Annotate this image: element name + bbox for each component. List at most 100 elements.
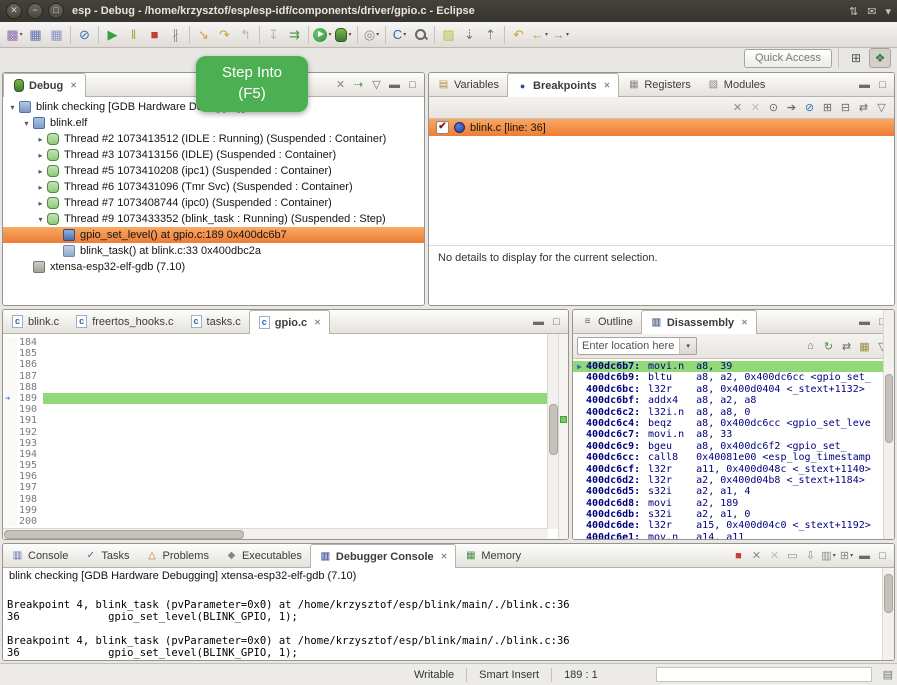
annotation-ruler[interactable]: ➔ bbox=[3, 516, 17, 527]
show-opcodes-icon[interactable]: ▦ bbox=[856, 337, 873, 355]
tab-breakpoints[interactable]: Breakpoints ✕ bbox=[507, 73, 619, 97]
maximize-icon[interactable]: □ bbox=[874, 76, 891, 94]
disassembly-line[interactable]: ▶ 400dc6de: l32r a15, 0x400d04c0 <_stext… bbox=[573, 520, 894, 531]
editor-code-line[interactable]: ➔ 187 esp_err_t gpio_set_level(gpio_num_… bbox=[3, 371, 548, 382]
editor-code-line[interactable]: ➔ 188 { bbox=[3, 382, 548, 393]
editor-code-line[interactable]: ➔ 189 GPIO_CHECK(GPIO_IS_VALID_OUTPUT_GP… bbox=[3, 393, 548, 404]
annotation-ruler[interactable]: ➔ bbox=[3, 393, 17, 404]
sync-active-context-icon[interactable]: ⇄ bbox=[838, 337, 855, 355]
debug-tree-row[interactable]: Thread #2 1073413512 (IDLE : Running) (S… bbox=[3, 131, 424, 147]
editor-code-line[interactable]: ➔ 197 if (gpio_num < 32) { bbox=[3, 482, 548, 493]
editor-code-line[interactable]: ➔ 185 } bbox=[3, 348, 548, 359]
line-number[interactable]: 195 bbox=[17, 460, 43, 471]
disassembly-line[interactable]: ▶ 400dc6b9: bltu a8, a2, 0x400dc6cc <gpi… bbox=[573, 372, 894, 383]
separator[interactable]: ▾ bbox=[98, 26, 99, 44]
expand-arrow-icon[interactable] bbox=[35, 151, 46, 160]
separator[interactable]: ▾ bbox=[308, 26, 309, 44]
debug-tree-row[interactable]: blink.elf bbox=[3, 115, 424, 131]
editor-code-line[interactable]: ➔ 184 return ESP_OK; bbox=[3, 337, 548, 348]
annotation-ruler[interactable]: ➔ bbox=[3, 494, 17, 505]
debug-tree[interactable]: blink checking [GDB Hardware Debugging] … bbox=[3, 97, 424, 306]
debug-button[interactable]: ▾ bbox=[333, 24, 354, 46]
save-button[interactable]: ▦ ▾ bbox=[25, 24, 46, 46]
editor-code-line[interactable]: ➔ 192 GPIO.out_w1ts = (1 << gpio_num); bbox=[3, 427, 548, 438]
disassembly-line[interactable]: ▶ 400dc6c4: beqz a8, 0x400dc6cc <gpio_se… bbox=[573, 418, 894, 429]
location-input[interactable]: Enter location here bbox=[578, 340, 679, 352]
tab-registers[interactable]: Registers ✕ bbox=[619, 73, 698, 96]
expand-arrow-icon[interactable] bbox=[35, 215, 46, 224]
last-edit-location-button[interactable]: ↶ ▾ bbox=[508, 24, 529, 46]
tab-problems[interactable]: Problems ✕ bbox=[137, 544, 216, 567]
drop-to-frame-button[interactable]: ↧ ▾ bbox=[263, 24, 284, 46]
tab-tasks-c[interactable]: tasks.c ✕ bbox=[182, 310, 249, 333]
scroll-lock-icon[interactable]: ⇩ ▾ bbox=[802, 547, 819, 565]
disassembly-line[interactable]: ▶ 400dc6d5: s32i a2, a1, 4 bbox=[573, 486, 894, 497]
remove-all-terminated-icon[interactable]: ✕ bbox=[332, 76, 349, 94]
previous-annotation-button[interactable]: ⇡ ▾ bbox=[480, 24, 501, 46]
display-selected-console-icon[interactable]: ▥ ▾ bbox=[820, 547, 837, 565]
line-number[interactable]: 189 bbox=[17, 393, 43, 404]
editor-code-line[interactable]: ➔ 186 bbox=[3, 359, 548, 370]
annotation-ruler[interactable]: ➔ bbox=[3, 482, 17, 493]
scrollbar-thumb[interactable] bbox=[4, 530, 244, 539]
separator[interactable]: ▾ bbox=[504, 26, 505, 44]
new-wizard-button[interactable]: ▩ ▾ bbox=[4, 24, 25, 46]
clear-console-icon[interactable]: ▭ ▾ bbox=[784, 547, 801, 565]
tab-tasks[interactable]: Tasks ✕ bbox=[76, 544, 137, 567]
disassembly-line[interactable]: ▶ 400dc6db: s32i a2, a1, 0 bbox=[573, 509, 894, 520]
editor-horizontal-scrollbar[interactable] bbox=[3, 528, 548, 540]
editor-code-line[interactable]: ➔ 196 } else { bbox=[3, 471, 548, 482]
annotation-ruler[interactable]: ➔ bbox=[3, 438, 17, 449]
editor-code-line[interactable]: ➔ 198 GPIO.out_w1tc = (1 << gpio_num); bbox=[3, 494, 548, 505]
tab-console[interactable]: Console ✕ bbox=[3, 544, 76, 567]
editor-code-line[interactable]: ➔ 190 if (level) { bbox=[3, 404, 548, 415]
session-menu-indicator[interactable]: ▾ bbox=[885, 5, 891, 18]
disassembly-line[interactable]: ▶ 400dc6b7: movi.n a8, 39 bbox=[573, 361, 894, 372]
debug-tree-row[interactable]: Thread #7 1073408744 (ipc0) (Suspended :… bbox=[3, 195, 424, 211]
disassembly-line[interactable]: ▶ 400dc6e1: mov.n a14, a11 bbox=[573, 532, 894, 540]
debug-tree-row[interactable]: gpio_set_level() at gpio.c:189 0x400dc6b… bbox=[3, 227, 424, 243]
close-icon[interactable]: ✕ bbox=[741, 318, 748, 327]
tab-memory[interactable]: Memory ✕ bbox=[456, 544, 529, 567]
line-number[interactable]: 190 bbox=[17, 404, 43, 415]
line-number[interactable]: 199 bbox=[17, 505, 43, 516]
chevron-down-icon[interactable]: ▾ bbox=[679, 338, 696, 354]
status-corner-icon[interactable]: ▤ bbox=[883, 668, 893, 681]
link-with-debug-icon[interactable]: ⇄ bbox=[855, 99, 872, 117]
minimize-icon[interactable]: ▬ bbox=[856, 76, 873, 94]
annotation-ruler[interactable]: ➔ bbox=[3, 471, 17, 482]
debug-tree-row[interactable]: blink_task() at blink.c:33 0x400dbc2a bbox=[3, 243, 424, 259]
tab-debugger-console[interactable]: Debugger Console ✕ bbox=[310, 544, 457, 568]
terminate-button[interactable]: ■ ▾ bbox=[144, 24, 165, 46]
remove-all-breakpoints-icon[interactable]: ✕ bbox=[747, 99, 764, 117]
debug-tree-row[interactable]: Thread #6 1073431096 (Tmr Svc) (Suspende… bbox=[3, 179, 424, 195]
disassembly-line[interactable]: ▶ 400dc6bf: addx4 a8, a2, a8 bbox=[573, 395, 894, 406]
dropdown-arrow-icon[interactable]: ▾ bbox=[403, 31, 406, 38]
editor-code-line[interactable]: ➔ 199 } else { bbox=[3, 505, 548, 516]
annotation-ruler[interactable]: ➔ bbox=[3, 415, 17, 426]
location-combo[interactable]: Enter location here ▾ bbox=[577, 337, 697, 355]
line-number[interactable]: 192 bbox=[17, 427, 43, 438]
view-menu-icon[interactable]: ▽ bbox=[873, 99, 890, 117]
code-editor[interactable]: ➔ 184 return ESP_OK; ➔ 185 } bbox=[3, 334, 568, 540]
editor-code-line[interactable]: ➔ 195 } bbox=[3, 460, 548, 471]
remove-breakpoint-icon[interactable]: ✕ bbox=[729, 99, 746, 117]
editor-code-line[interactable]: ➔ 194 GPIO.out1_w1ts.data = (1 << (gpio_… bbox=[3, 449, 548, 460]
annotation-ruler[interactable]: ➔ bbox=[3, 505, 17, 516]
tab-variables[interactable]: Variables ✕ bbox=[429, 73, 507, 96]
remove-launch-icon[interactable]: ✕ ▾ bbox=[748, 547, 765, 565]
annotation-ruler[interactable]: ➔ bbox=[3, 427, 17, 438]
save-all-button[interactable]: ▦ ▾ bbox=[46, 24, 67, 46]
breakpoints-list[interactable]: ✔ blink.c [line: 36] No details to displ… bbox=[429, 119, 894, 306]
minimize-icon[interactable]: ▬ ▾ bbox=[856, 547, 873, 565]
new-c-cpp-button[interactable]: C ▾ bbox=[389, 24, 410, 46]
back-button[interactable]: ← ▾ bbox=[529, 24, 550, 46]
separator[interactable]: ▾ bbox=[70, 26, 71, 44]
terminate-console-icon[interactable]: ■ ▾ bbox=[730, 547, 747, 565]
expand-arrow-icon[interactable] bbox=[35, 167, 46, 176]
open-perspective-button[interactable]: ⊞ bbox=[845, 48, 867, 68]
tab-outline[interactable]: Outline ✕ bbox=[573, 310, 641, 333]
debug-tree-row[interactable]: Thread #9 1073433352 (blink_task : Runni… bbox=[3, 211, 424, 227]
expand-arrow-icon[interactable] bbox=[35, 199, 46, 208]
separator[interactable]: ▾ bbox=[357, 26, 358, 44]
